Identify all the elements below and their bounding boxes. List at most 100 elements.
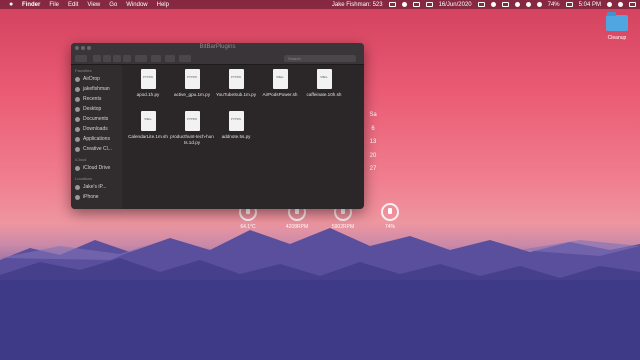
battery-icon — [381, 203, 399, 221]
file-item[interactable]: PYTHON apod.1h.py — [126, 69, 170, 98]
sidebar-item-iphone[interactable]: iPhone — [71, 192, 122, 202]
file-item[interactable]: PYTHON producthunt-tech-hunts.1d.py — [170, 111, 214, 146]
desktop-folder-cleanup[interactable]: Cleanup — [600, 12, 634, 41]
menu-finder[interactable]: Finder — [22, 2, 40, 8]
cloud-icon — [75, 165, 80, 171]
finder-sidebar: Favorites AirDrop jakefishman Recents De… — [71, 65, 122, 209]
file-item[interactable]: SHELL caffeinate.10h.sh — [302, 69, 346, 98]
file-item[interactable]: PYTHON YouTubeSub.1m.py — [214, 69, 258, 98]
file-item[interactable]: SHELL CalendarLite.1m.sh — [126, 111, 170, 140]
desktop-folder-label: Cleanup — [607, 35, 627, 41]
finder-window[interactable]: BitBarPlugins Search Favorites AirDrop j… — [71, 43, 364, 209]
back-forward-button[interactable] — [75, 55, 87, 62]
bookmark-icon[interactable] — [477, 2, 485, 7]
file-name: addnote.5s.py — [221, 134, 251, 139]
airdrop-icon — [75, 76, 80, 82]
ipad-icon — [75, 184, 80, 190]
file-name: AirPodsPower.sh — [262, 92, 298, 97]
folder-icon — [606, 12, 628, 31]
apple-icon[interactable]: ● — [9, 1, 17, 8]
home-icon — [75, 86, 80, 92]
window-title: BitBarPlugins — [199, 44, 236, 50]
sidebar-section-locations: Locations — [75, 176, 93, 181]
list-view-button[interactable] — [103, 55, 111, 62]
group-button[interactable] — [135, 55, 147, 62]
download-icon — [75, 126, 80, 132]
sidebar-item-recents[interactable]: Recents — [71, 94, 122, 104]
calendar-day: 13 — [369, 139, 377, 145]
menu-edit[interactable]: Edit — [68, 2, 78, 8]
sidebar-item-documents[interactable]: Documents — [71, 114, 122, 124]
python-file-icon: PYTHON — [228, 69, 244, 89]
share-button[interactable] — [151, 55, 161, 62]
clock-icon — [75, 96, 80, 102]
user-status[interactable]: Jake Fishman: 523 — [332, 2, 383, 8]
file-name: apod.1h.py — [136, 92, 160, 97]
battery-status[interactable]: 74% — [548, 2, 560, 8]
keyboard-icon[interactable] — [501, 2, 509, 7]
volume-icon[interactable] — [536, 2, 542, 7]
fan2-value: 5902RPM — [331, 224, 355, 230]
calendar-weekday: Sa — [369, 112, 377, 118]
sidebar-item-creative-cloud[interactable]: Creative Cl... — [71, 144, 122, 154]
control-center-icon[interactable] — [629, 2, 636, 7]
menu-go[interactable]: Go — [109, 2, 117, 8]
fan1-value: 4208RPM — [285, 224, 309, 230]
menu-view[interactable]: View — [87, 2, 100, 8]
shell-file-icon: SHELL — [272, 69, 288, 89]
python-file-icon: PYTHON — [228, 111, 244, 131]
file-name: active_gpu.1m.py — [173, 92, 210, 97]
sidebar-item-home[interactable]: jakefishman — [71, 84, 122, 94]
search-input[interactable]: Search — [284, 55, 356, 62]
date-status[interactable]: 16/Jun/2020 — [439, 2, 472, 8]
document-icon — [75, 116, 80, 122]
window-icon[interactable] — [412, 2, 420, 7]
sidebar-item-desktop[interactable]: Desktop — [71, 104, 122, 114]
applications-icon — [75, 136, 80, 142]
calendar-icon[interactable] — [425, 2, 433, 7]
calendar-widget: Sa 6 13 20 27 — [364, 112, 382, 180]
folder-icon — [75, 146, 80, 152]
window-titlebar[interactable]: BitBarPlugins — [71, 43, 364, 53]
battery-widget: 74% — [370, 203, 410, 230]
sidebar-item-airdrop[interactable]: AirDrop — [71, 74, 122, 84]
calendar-day: 6 — [371, 125, 375, 132]
sidebar-section-favorites: Favorites — [75, 68, 92, 73]
wifi-icon[interactable] — [514, 2, 520, 7]
calendar-day: 20 — [369, 152, 377, 159]
screen-icon[interactable] — [388, 2, 396, 7]
menu-help[interactable]: Help — [157, 2, 169, 8]
icon-view-button[interactable] — [93, 55, 101, 62]
battery-icon[interactable] — [565, 2, 573, 7]
cpu-temp-value: 64.1°C — [240, 224, 256, 230]
sidebar-item-applications[interactable]: Applications — [71, 134, 122, 144]
clock[interactable]: 5:04 PM — [579, 2, 601, 8]
record-icon[interactable] — [401, 2, 407, 7]
python-file-icon: PYTHON — [140, 69, 156, 89]
iphone-icon — [75, 194, 80, 200]
file-item[interactable]: PYTHON active_gpu.1m.py — [170, 69, 214, 98]
menu-window[interactable]: Window — [126, 2, 147, 8]
tag-button[interactable] — [165, 55, 175, 62]
sidebar-section-icloud: iCloud — [75, 157, 87, 162]
calendar-day: 27 — [369, 166, 377, 172]
siri-icon[interactable] — [618, 2, 623, 7]
gallery-view-button[interactable] — [123, 55, 131, 62]
bluetooth-icon[interactable] — [525, 2, 531, 7]
sidebar-item-jakes-ipad[interactable]: Jake's iP... — [71, 182, 122, 192]
shell-file-icon: SHELL — [316, 69, 332, 89]
sidebar-item-icloud-drive[interactable]: iCloud Drive — [71, 163, 122, 173]
desktop-icon — [75, 106, 80, 112]
file-name: producthunt-tech-hunts.1d.py — [170, 134, 214, 145]
file-item[interactable]: SHELL AirPodsPower.sh — [258, 69, 302, 98]
action-button[interactable] — [179, 55, 191, 62]
menu-bar: ● Finder File Edit View Go Window Help J… — [0, 0, 640, 9]
spotlight-icon[interactable] — [607, 2, 612, 7]
column-view-button[interactable] — [113, 55, 121, 62]
menu-file[interactable]: File — [49, 2, 59, 8]
wallpaper-landscape — [0, 228, 640, 360]
cloud-icon[interactable] — [490, 2, 496, 7]
finder-toolbar: Search — [71, 53, 364, 65]
sidebar-item-downloads[interactable]: Downloads — [71, 124, 122, 134]
file-item[interactable]: PYTHON addnote.5s.py — [214, 111, 258, 140]
